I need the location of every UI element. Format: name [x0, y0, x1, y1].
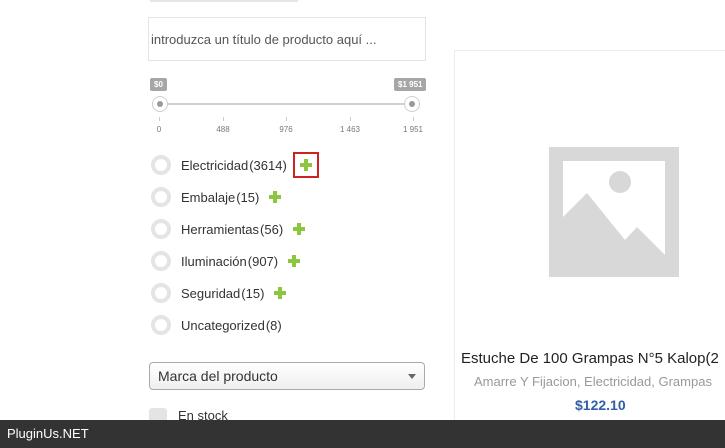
brand-select-value: Marca del producto: [158, 368, 278, 384]
price-slider-track[interactable]: [158, 103, 412, 105]
category-count: (907): [247, 253, 279, 269]
category-label: Iluminación: [181, 253, 247, 269]
chevron-down-icon: [408, 374, 416, 379]
radio-button[interactable]: [151, 219, 171, 239]
radio-button[interactable]: [151, 187, 171, 207]
category-item-seguridad[interactable]: Seguridad (15): [151, 283, 288, 303]
slider-tick-label: 488: [216, 125, 230, 134]
radio-button[interactable]: [151, 251, 171, 271]
expand-plus-icon[interactable]: [272, 285, 288, 301]
price-max-label: $1 951: [394, 78, 427, 91]
image-placeholder-icon[interactable]: [549, 147, 679, 277]
category-label: Embalaje: [181, 189, 236, 205]
category-count: (3614): [249, 157, 287, 173]
slider-tick: [413, 117, 414, 121]
category-label: Herramientas: [181, 221, 260, 237]
category-count: (15): [241, 285, 265, 301]
category-label: Uncategorized: [181, 317, 265, 333]
category-label: Electricidad: [181, 157, 249, 173]
slider-tick-label: 0: [156, 125, 162, 134]
search-input[interactable]: [149, 18, 425, 60]
slider-tick: [159, 117, 160, 121]
category-item-herramientas[interactable]: Herramientas (56): [151, 219, 307, 239]
slider-tick: [286, 117, 287, 121]
category-count: (8): [265, 317, 282, 333]
category-item-electricidad[interactable]: Electricidad (3614): [151, 152, 319, 178]
slider-tick-label: 1 463: [339, 125, 361, 134]
price-slider-min-handle[interactable]: [152, 96, 168, 112]
expand-plus-icon[interactable]: [267, 189, 283, 205]
product-categories[interactable]: Amarre Y Fijacion, Electricidad, Grampas: [474, 374, 712, 389]
product-title[interactable]: Estuche De 100 Grampas N°5 Kalop(2: [461, 350, 719, 367]
category-label: Seguridad: [181, 285, 241, 301]
top-tab: [150, 0, 298, 2]
brand-select[interactable]: Marca del producto: [149, 362, 425, 390]
product-price: $122.10: [575, 397, 626, 413]
category-item-iluminacion[interactable]: Iluminación (907): [151, 251, 302, 271]
radio-button[interactable]: [151, 155, 171, 175]
product-title-search[interactable]: [148, 17, 426, 61]
radio-button[interactable]: [151, 315, 171, 335]
slider-tick-label: 1 951: [402, 125, 424, 134]
footer-bar: PluginUs.NET: [0, 420, 725, 448]
slider-tick: [223, 117, 224, 121]
radio-button[interactable]: [151, 283, 171, 303]
price-slider-max-handle[interactable]: [404, 96, 420, 112]
price-min-label: $0: [150, 78, 167, 91]
category-count: (56): [260, 221, 284, 237]
category-item-embalaje[interactable]: Embalaje (15): [151, 187, 283, 207]
expand-plus-icon[interactable]: [286, 253, 302, 269]
slider-tick-label: 976: [279, 125, 293, 134]
expand-plus-icon[interactable]: [291, 221, 307, 237]
expand-plus-icon[interactable]: [292, 152, 319, 178]
category-count: (15): [236, 189, 260, 205]
category-item-uncategorized[interactable]: Uncategorized (8): [151, 315, 282, 335]
footer-brand: PluginUs.NET: [7, 426, 89, 441]
slider-tick: [350, 117, 351, 121]
